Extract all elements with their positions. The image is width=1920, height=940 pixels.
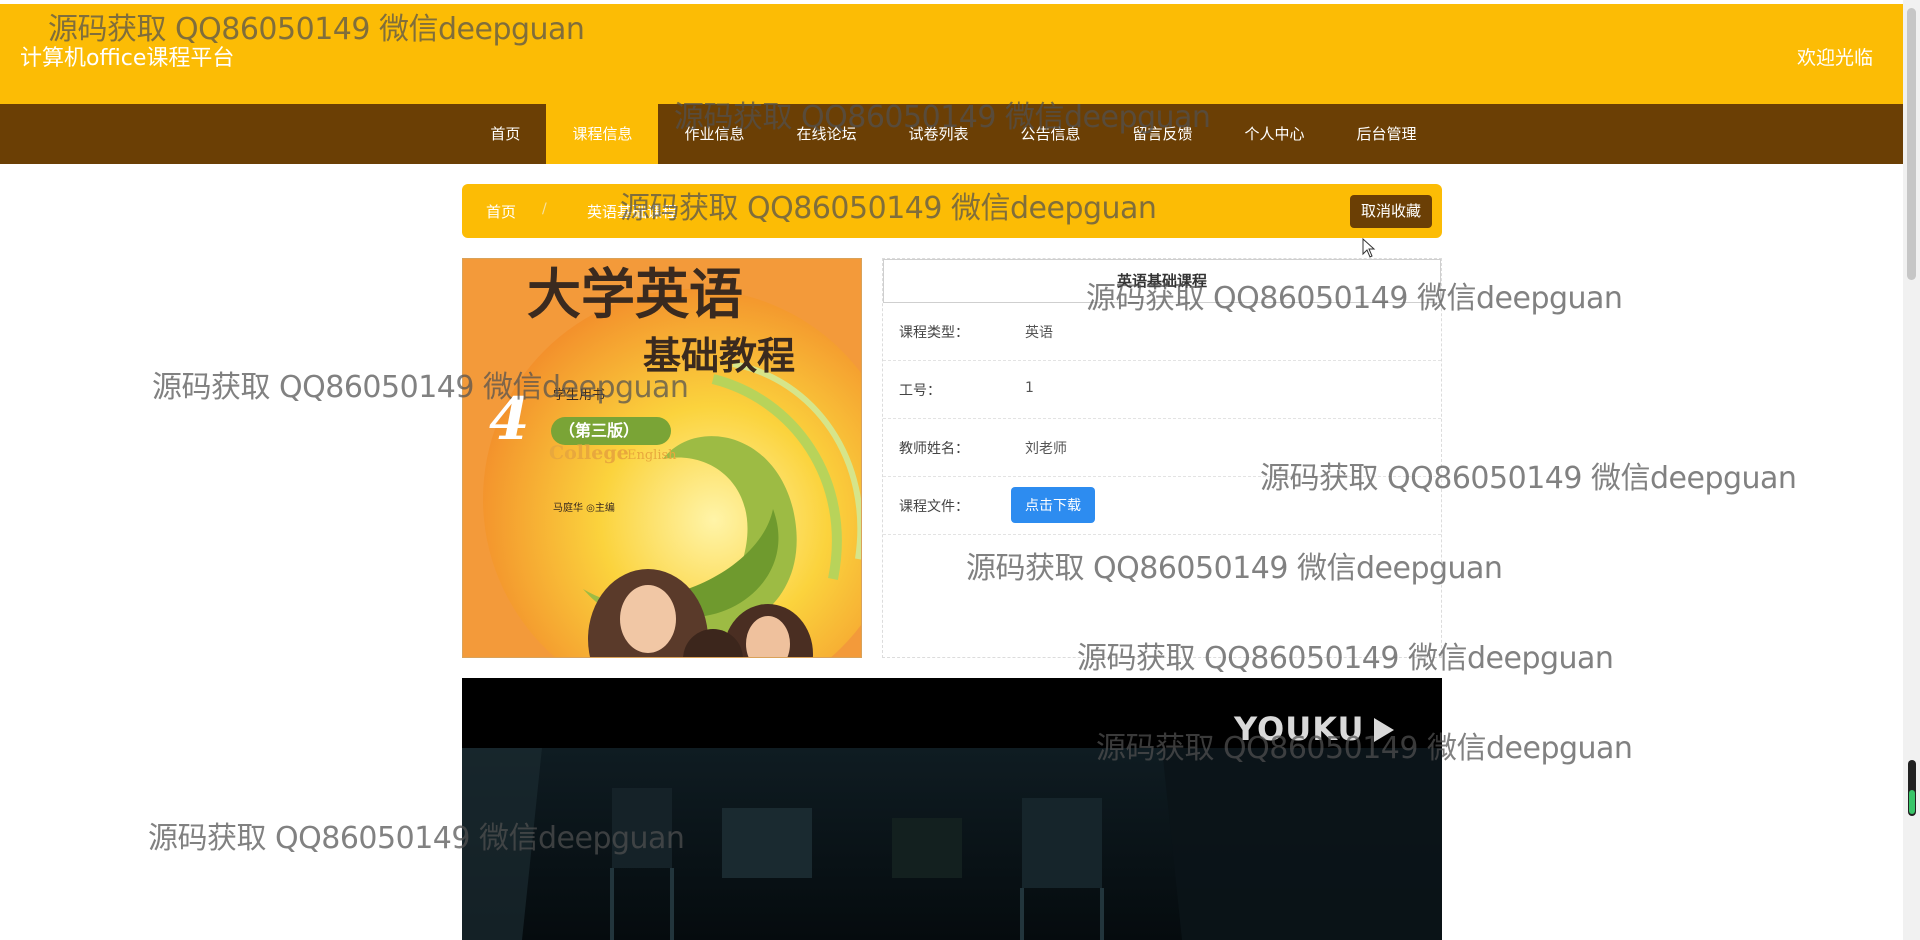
breadcrumb-home-link[interactable]: 首页 <box>486 201 516 222</box>
course-type-row: 课程类型： 英语 <box>883 303 1441 361</box>
nav-item-announcements[interactable]: 公告信息 <box>995 104 1107 164</box>
site-title: 计算机office课程平台 <box>20 46 235 71</box>
breadcrumb-separator: / <box>542 201 547 217</box>
course-name: 英语基础课程 <box>883 259 1441 303</box>
breadcrumb-current: 英语基础课程 <box>587 203 678 221</box>
course-video-player[interactable]: YOUKU <box>462 678 1442 940</box>
nav-item-feedback[interactable]: 留言反馈 <box>1107 104 1219 164</box>
cover-title-line2: 基础教程 <box>643 334 795 378</box>
cancel-favorite-button[interactable]: 取消收藏 <box>1349 195 1432 228</box>
teacher-id-row: 工号： 1 <box>883 361 1441 419</box>
nav-item-home[interactable]: 首页 <box>464 104 546 164</box>
nav-item-forum[interactable]: 在线论坛 <box>770 104 882 164</box>
course-cover-image: 大学英语 基础教程 4 学生用书 （第三版） College English 马… <box>462 258 862 658</box>
nav-item-exam-list[interactable]: 试卷列表 <box>882 104 994 164</box>
cover-edition: （第三版） <box>559 421 639 440</box>
teacher-id-label: 工号： <box>899 383 941 399</box>
nav-item-course-info[interactable]: 课程信息 <box>546 104 659 164</box>
scrollbar-thumb[interactable] <box>1907 8 1916 280</box>
download-button[interactable]: 点击下载 <box>1011 487 1095 523</box>
course-type-value: 英语 <box>1025 325 1053 341</box>
nav-item-personal-center[interactable]: 个人中心 <box>1219 104 1331 164</box>
course-detail-panel: 英语基础课程 课程类型： 英语 工号： 1 教师姓名： 刘老师 课程文件： 点击… <box>882 258 1442 658</box>
cover-title-line1: 大学英语 <box>527 263 743 326</box>
teacher-id-value: 1 <box>1025 380 1034 396</box>
course-file-row: 课程文件： 点击下载 <box>883 477 1441 535</box>
top-header: 计算机office课程平台 欢迎光临 <box>0 4 1903 104</box>
cover-author: 马庭华 ◎主编 <box>553 501 615 514</box>
side-widget-indicator <box>1909 790 1915 814</box>
youku-logo: YOUKU <box>1233 710 1364 748</box>
nav-item-admin[interactable]: 后台管理 <box>1331 104 1443 164</box>
cover-series-word2: English <box>627 448 677 463</box>
cover-subtitle: 学生用书 <box>553 387 605 403</box>
cover-volume-number: 4 <box>489 385 529 453</box>
mouse-cursor-icon <box>1362 238 1376 258</box>
course-type-label: 课程类型： <box>899 325 969 341</box>
welcome-link[interactable]: 欢迎光临 <box>1797 46 1873 70</box>
breadcrumb: 首页 / 英语基础课程 取消收藏 <box>462 184 1442 238</box>
course-file-label: 课程文件： <box>899 499 969 515</box>
teacher-name-row: 教师姓名： 刘老师 <box>883 419 1441 477</box>
teacher-name-value: 刘老师 <box>1025 441 1067 457</box>
nav-item-homework[interactable]: 作业信息 <box>658 104 770 164</box>
cover-series-word1: College <box>549 442 629 464</box>
teacher-name-label: 教师姓名： <box>899 441 969 457</box>
main-nav: 首页 课程信息 作业信息 在线论坛 试卷列表 公告信息 留言反馈 个人中心 后台… <box>0 104 1903 164</box>
